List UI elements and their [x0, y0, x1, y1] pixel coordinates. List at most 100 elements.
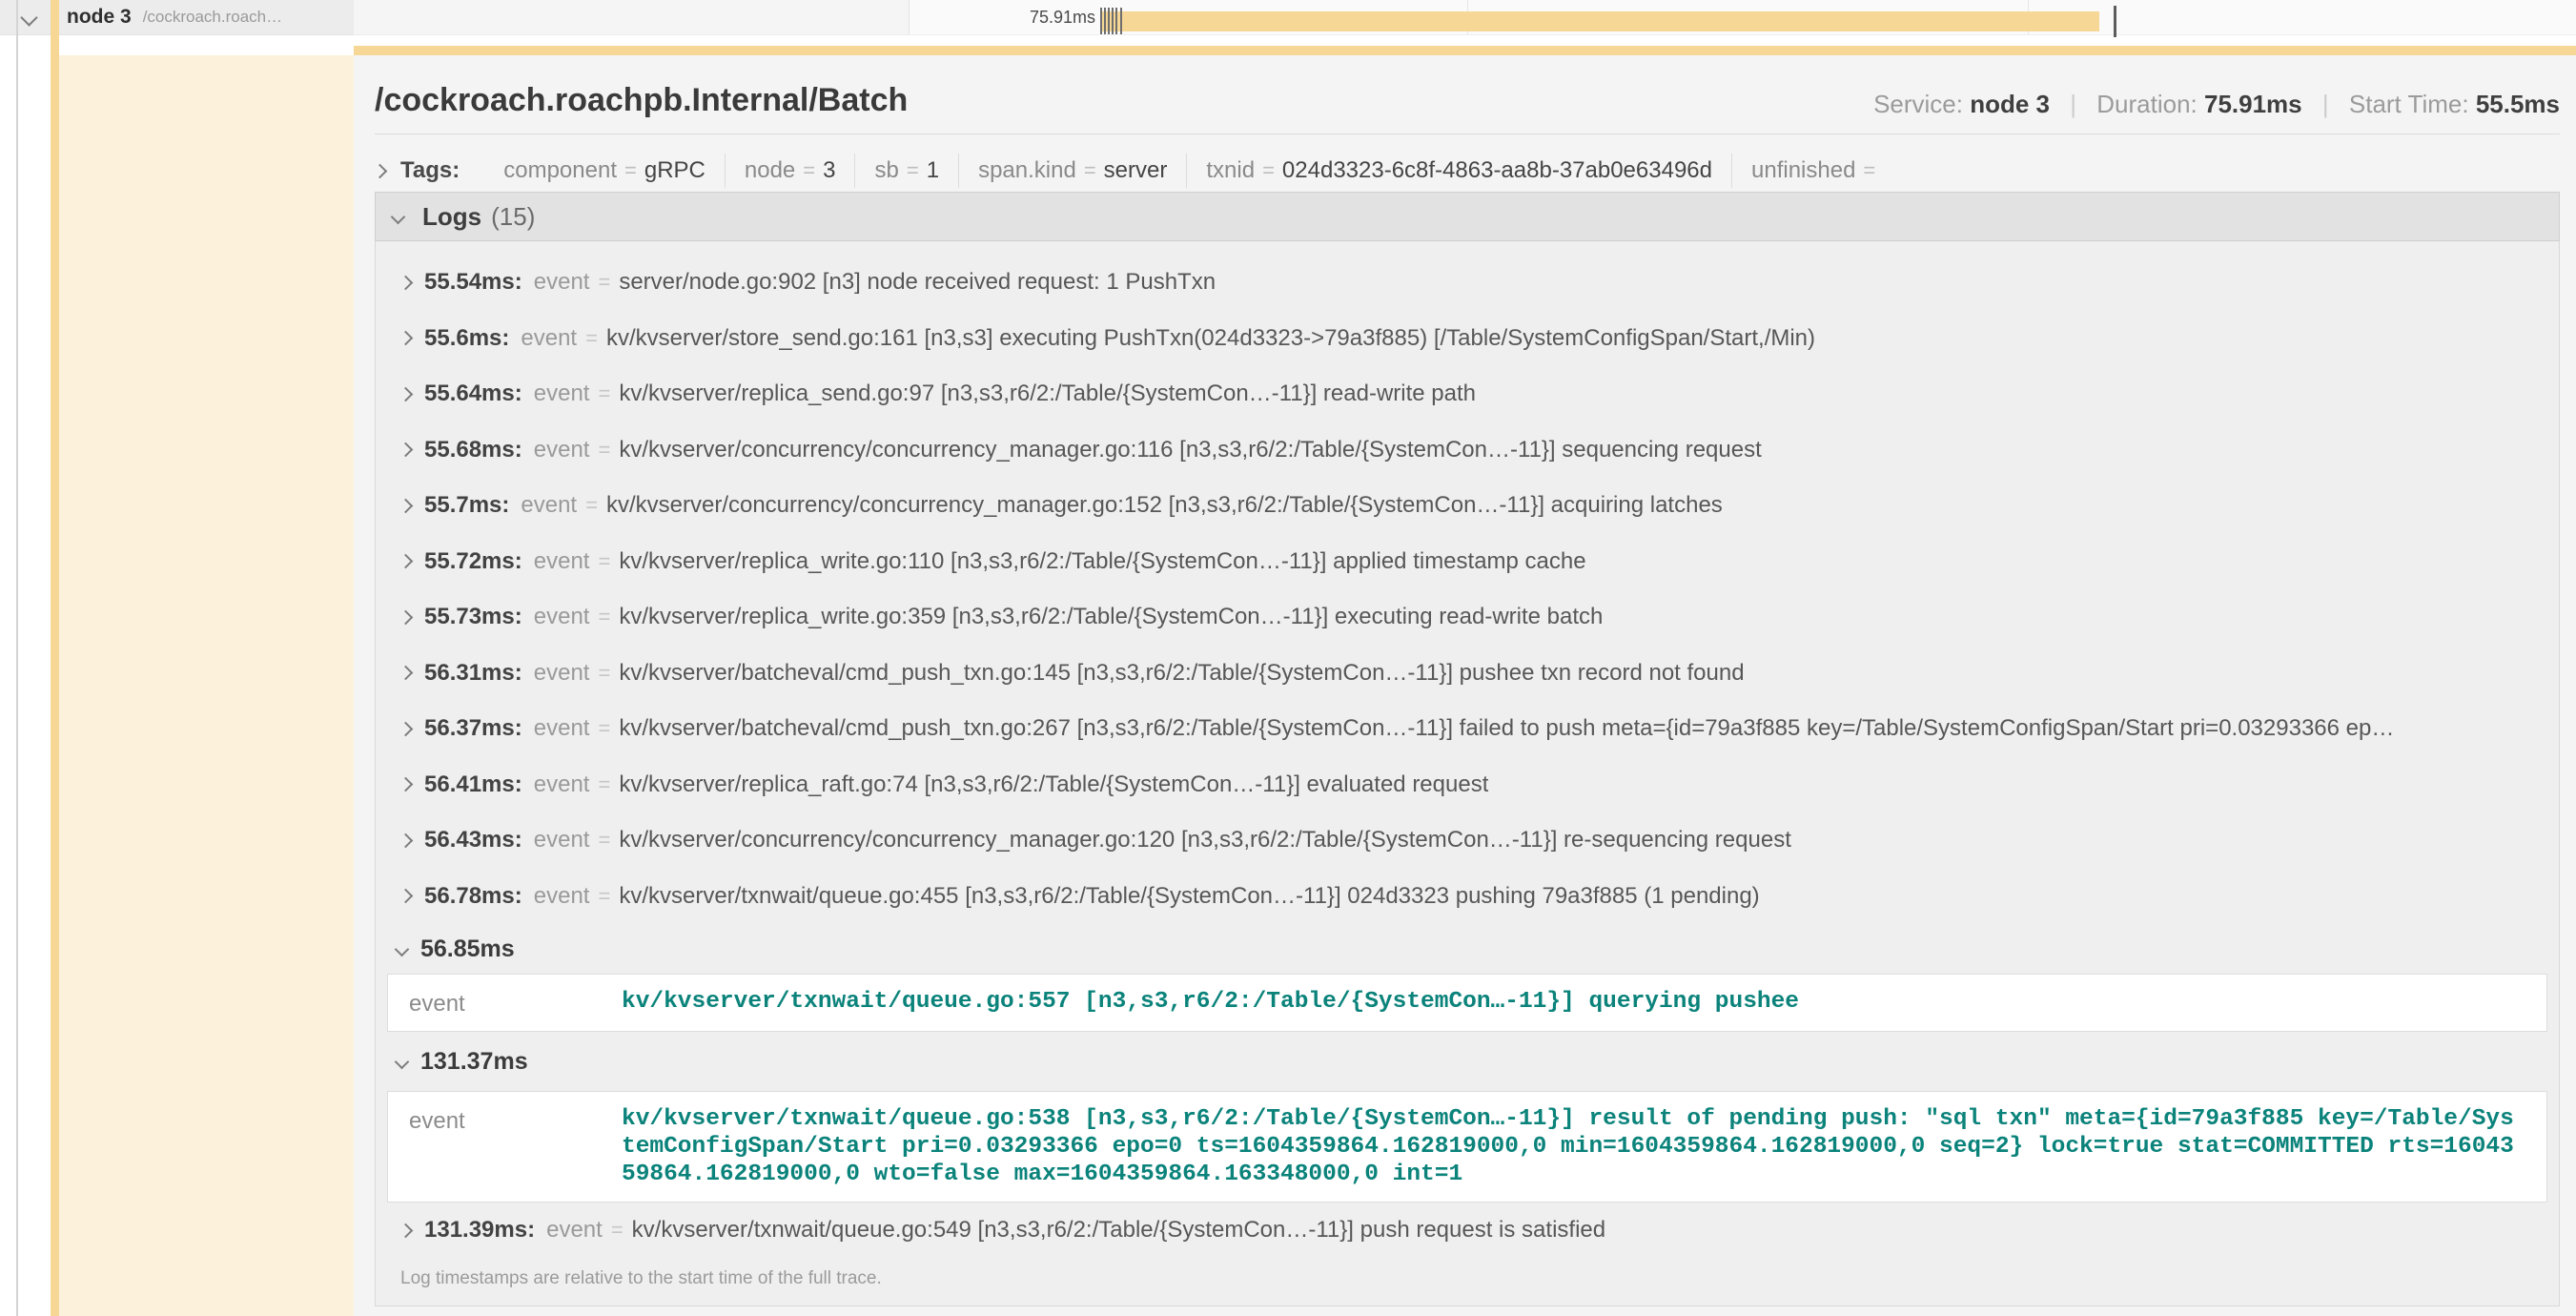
- log-field-value: kv/kvserver/replica_raft.go:74 [n3,s3,r6…: [619, 771, 1488, 798]
- tag-item: unfinished=: [1731, 154, 1902, 188]
- log-row[interactable]: 56.78ms:event=kv/kvserver/txnwait/queue.…: [376, 869, 2559, 925]
- log-field-value: kv/kvserver/concurrency/concurrency_mana…: [606, 492, 1723, 519]
- chevron-right-icon[interactable]: [399, 833, 414, 848]
- tags-label: Tags:: [400, 157, 460, 184]
- trace-span-detail-view: node 3 /cockroach.roach… 75.91ms /cockro…: [0, 0, 2576, 1316]
- chevron-right-icon[interactable]: [399, 1223, 414, 1238]
- span-duration-bar[interactable]: [1100, 11, 2099, 31]
- span-row[interactable]: node 3 /cockroach.roach… 75.91ms: [0, 0, 2576, 34]
- chevron-down-icon[interactable]: [395, 1054, 410, 1069]
- log-tick: [2114, 6, 2116, 37]
- logs-footer-note: Log timestamps are relative to the start…: [376, 1268, 2559, 1289]
- log-timestamp: 131.39ms:: [424, 1217, 535, 1244]
- chevron-right-icon[interactable]: [399, 442, 414, 458]
- tag-value: gRPC: [644, 157, 705, 183]
- chevron-right-icon[interactable]: [399, 331, 414, 346]
- log-tick: [1115, 8, 1117, 34]
- log-row[interactable]: 55.72ms:event=kv/kvserver/replica_write.…: [376, 534, 2559, 590]
- log-equals: =: [598, 828, 610, 853]
- chevron-down-icon[interactable]: [395, 941, 410, 956]
- log-field-key: event: [534, 771, 590, 798]
- log-row[interactable]: 55.64ms:event=kv/kvserver/replica_send.g…: [376, 366, 2559, 422]
- tag-equals: =: [1863, 158, 1875, 182]
- span-timeline: 75.91ms: [909, 0, 2576, 35]
- chevron-right-icon[interactable]: [399, 554, 414, 569]
- log-detail-panel: eventkv/kvserver/txnwait/queue.go:538 [n…: [387, 1091, 2547, 1203]
- tag-value: 1: [927, 157, 939, 183]
- log-field-value: kv/kvserver/txnwait/queue.go:557 [n3,s3,…: [622, 988, 1799, 1018]
- log-row[interactable]: 55.54ms:event=server/node.go:902 [n3] no…: [376, 255, 2559, 311]
- log-row[interactable]: 56.41ms:event=kv/kvserver/replica_raft.g…: [376, 757, 2559, 813]
- log-field-key: event: [546, 1217, 603, 1244]
- log-row-expanded-header[interactable]: 131.37ms: [376, 1032, 2559, 1091]
- span-operation-name: /cockroach.roach…: [143, 8, 282, 27]
- log-timestamp: 56.31ms:: [424, 660, 522, 687]
- chevron-right-icon[interactable]: [399, 386, 414, 401]
- log-row[interactable]: 56.37ms:event=kv/kvserver/batcheval/cmd_…: [376, 701, 2559, 757]
- span-detail-panel: /cockroach.roachpb.Internal/Batch Servic…: [354, 46, 2576, 1316]
- logs-title: Logs: [422, 202, 481, 232]
- chevron-right-icon[interactable]: [399, 889, 414, 904]
- log-row[interactable]: 55.73ms:event=kv/kvserver/replica_write.…: [376, 589, 2559, 646]
- chevron-right-icon[interactable]: [399, 609, 414, 625]
- chevron-right-icon[interactable]: [399, 498, 414, 513]
- service-value: node 3: [1970, 90, 2050, 118]
- chevron-right-icon[interactable]: [399, 721, 414, 736]
- meta-separator: |: [2322, 90, 2329, 118]
- chevron-down-icon[interactable]: [391, 209, 406, 224]
- chevron-down-icon[interactable]: [20, 9, 37, 26]
- log-tick: [1100, 8, 1102, 34]
- log-detail-panel: eventkv/kvserver/txnwait/queue.go:557 [n…: [387, 974, 2547, 1032]
- log-equals: =: [598, 270, 610, 295]
- log-timestamp: 56.43ms:: [424, 827, 522, 853]
- chevron-right-icon[interactable]: [399, 666, 414, 681]
- tag-item: span.kind=server: [958, 154, 1186, 188]
- log-row[interactable]: 55.68ms:event=kv/kvserver/concurrency/co…: [376, 422, 2559, 479]
- log-tick: [1104, 8, 1106, 34]
- log-timestamp: 56.85ms: [420, 936, 515, 963]
- log-row[interactable]: 55.7ms:event=kv/kvserver/concurrency/con…: [376, 478, 2559, 534]
- span-duration-label: 75.91ms: [910, 0, 1095, 34]
- log-field-key: event: [534, 269, 590, 296]
- log-timestamp: 55.7ms:: [424, 492, 509, 519]
- log-timestamp: 55.73ms:: [424, 604, 522, 630]
- tag-equals: =: [1084, 158, 1096, 182]
- log-timestamp: 55.54ms:: [424, 269, 522, 296]
- log-row[interactable]: 56.31ms:event=kv/kvserver/batcheval/cmd_…: [376, 646, 2559, 702]
- log-tick: [1120, 8, 1122, 34]
- log-equals: =: [585, 493, 598, 518]
- service-label: Service:: [1873, 90, 1963, 118]
- tag-item: txnid=024d3323-6c8f-4863-aa8b-37ab0e6349…: [1186, 154, 1731, 188]
- chevron-right-icon[interactable]: [399, 777, 414, 792]
- span-tree-connector-line: [16, 0, 18, 1316]
- log-row-expanded-header[interactable]: 56.85ms: [376, 924, 2559, 974]
- log-row[interactable]: 56.43ms:event=kv/kvserver/concurrency/co…: [376, 812, 2559, 869]
- tag-value: 3: [823, 157, 835, 183]
- tag-key: txnid: [1206, 157, 1255, 183]
- tags-list: component=gRPCnode=3sb=1span.kind=server…: [484, 154, 1902, 188]
- log-field-value: kv/kvserver/txnwait/queue.go:455 [n3,s3,…: [619, 883, 1759, 910]
- logs-accordion-header[interactable]: Logs (15): [375, 192, 2560, 241]
- tags-accordion-header[interactable]: Tags: component=gRPCnode=3sb=1span.kind=…: [375, 149, 1902, 193]
- chevron-right-icon[interactable]: [373, 163, 388, 178]
- log-tick: [1112, 8, 1114, 34]
- meta-separator: |: [2070, 90, 2076, 118]
- tag-equals: =: [907, 158, 919, 182]
- log-field-value: kv/kvserver/concurrency/concurrency_mana…: [619, 827, 1791, 853]
- chevron-right-icon[interactable]: [399, 275, 414, 290]
- log-equals: =: [585, 326, 598, 351]
- span-row-tint-column: [59, 55, 354, 1316]
- log-row[interactable]: 131.39ms:event=kv/kvserver/txnwait/queue…: [376, 1203, 2559, 1259]
- tag-key: sb: [874, 157, 898, 183]
- tag-equals: =: [803, 158, 815, 182]
- log-field-value: kv/kvserver/txnwait/queue.go:549 [n3,s3,…: [632, 1217, 1605, 1244]
- span-detail-meta: Service: node 3 | Duration: 75.91ms | St…: [1873, 90, 2560, 119]
- log-field-key: event: [409, 1105, 622, 1188]
- start-time-label: Start Time:: [2349, 90, 2469, 118]
- log-row[interactable]: 55.6ms:event=kv/kvserver/store_send.go:1…: [376, 311, 2559, 367]
- log-field-value: kv/kvserver/replica_send.go:97 [n3,s3,r6…: [619, 380, 1476, 407]
- log-field-value: kv/kvserver/txnwait/queue.go:538 [n3,s3,…: [622, 1105, 2514, 1188]
- log-field-value: kv/kvserver/concurrency/concurrency_mana…: [619, 437, 1761, 463]
- tag-value: server: [1104, 157, 1168, 183]
- log-timestamp: 131.37ms: [420, 1048, 528, 1076]
